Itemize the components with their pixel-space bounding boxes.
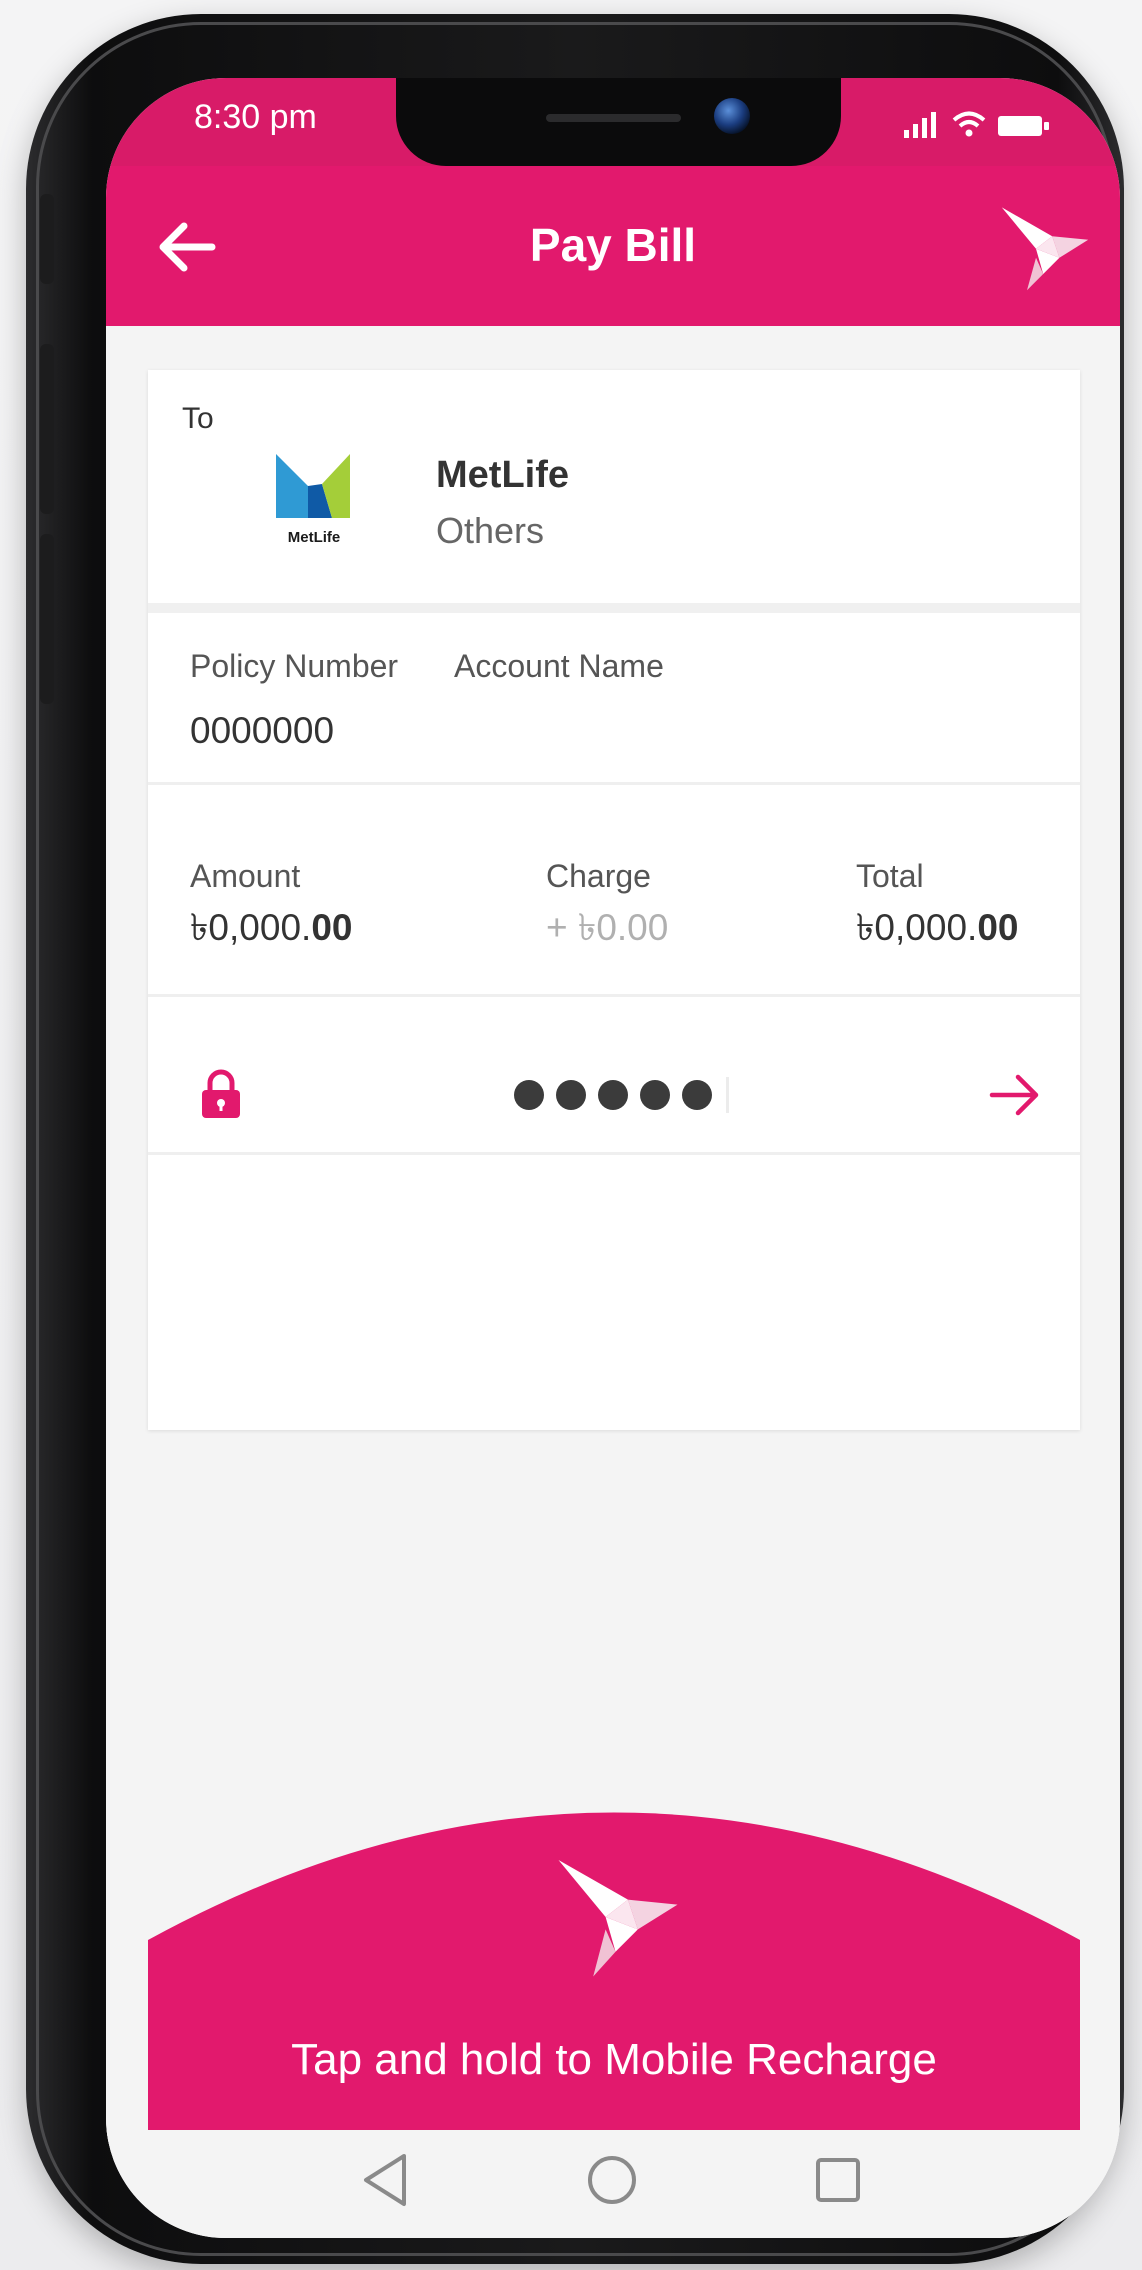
divider bbox=[148, 994, 1080, 997]
app-bar: Pay Bill bbox=[106, 166, 1120, 326]
total-label: Total bbox=[856, 858, 924, 894]
back-arrow-icon[interactable] bbox=[152, 212, 222, 282]
pin-dot bbox=[514, 1080, 544, 1110]
merchant-name: MetLife bbox=[436, 454, 569, 496]
bkash-bird-icon bbox=[1001, 207, 1089, 291]
status-time: 8:30 pm bbox=[194, 98, 317, 136]
amount-label: Amount bbox=[190, 858, 301, 894]
page-title: Pay Bill bbox=[529, 219, 697, 271]
pin-dot bbox=[640, 1080, 670, 1110]
pin-dot bbox=[598, 1080, 628, 1110]
phone-volume-down-button bbox=[40, 534, 54, 704]
text-cursor bbox=[726, 1077, 729, 1113]
wifi-icon bbox=[952, 111, 986, 137]
divider bbox=[148, 603, 1080, 613]
lock-icon bbox=[202, 1069, 240, 1118]
total-value: ৳0,000.00 bbox=[856, 907, 1019, 948]
content-area: To MetLife MetLife Others Policy Number … bbox=[106, 326, 1120, 2146]
signal-icon bbox=[904, 112, 936, 138]
phone-volume-up-button bbox=[40, 344, 54, 514]
tap-and-hold-button[interactable]: Tap and hold to Mobile Recharge bbox=[148, 1810, 1080, 2130]
svg-text:MetLife: MetLife bbox=[288, 529, 341, 546]
account-name-label: Account Name bbox=[454, 648, 664, 684]
divider bbox=[148, 1152, 1080, 1155]
front-camera bbox=[714, 98, 750, 134]
recharge-action-label: Tap and hold to Mobile Recharge bbox=[291, 2035, 937, 2084]
status-bar: 8:30 pm bbox=[106, 78, 1120, 166]
policy-number-value: 0000000 bbox=[190, 710, 335, 751]
pin-dot bbox=[556, 1080, 586, 1110]
merchant-category: Others bbox=[436, 510, 545, 551]
charge-label: Charge bbox=[546, 858, 651, 894]
screen: 8:30 pm Pay Bill To MetLife MetLife Othe… bbox=[106, 78, 1120, 2238]
payment-card: To MetLife MetLife Others Policy Number … bbox=[148, 370, 1080, 1430]
charge-value: + ৳0.00 bbox=[546, 907, 669, 948]
to-label: To bbox=[182, 402, 214, 435]
phone-side-button bbox=[40, 194, 54, 284]
triangle-back-icon[interactable] bbox=[360, 2150, 410, 2210]
pin-input[interactable] bbox=[514, 1070, 744, 1120]
system-nav-bar bbox=[106, 2130, 1120, 2238]
circle-home-icon[interactable] bbox=[586, 2154, 638, 2206]
pin-dot bbox=[682, 1080, 712, 1110]
arrow-right-icon[interactable] bbox=[988, 1070, 1042, 1120]
bkash-bird-icon bbox=[558, 1859, 678, 1977]
policy-number-label: Policy Number bbox=[190, 648, 399, 684]
metlife-logo: MetLife bbox=[276, 454, 350, 546]
amount-value: ৳0,000.00 bbox=[190, 907, 353, 948]
status-icons bbox=[904, 108, 1050, 138]
camera-notch bbox=[396, 78, 841, 166]
battery-icon bbox=[998, 116, 1049, 136]
phone-frame: 8:30 pm Pay Bill To MetLife MetLife Othe… bbox=[26, 14, 1124, 2264]
square-recent-icon[interactable] bbox=[814, 2156, 862, 2204]
divider bbox=[148, 782, 1080, 785]
earpiece-speaker bbox=[546, 114, 681, 122]
